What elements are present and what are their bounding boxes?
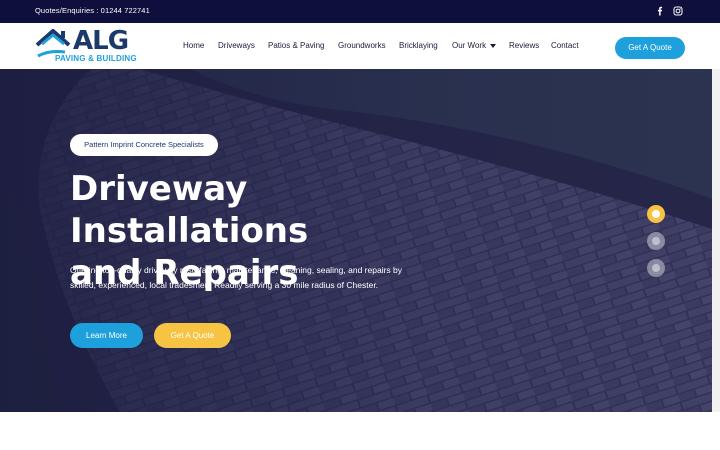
hero-description: Offering top-quality driveway resurfacin… bbox=[70, 265, 402, 290]
learn-more-button[interactable]: Learn More bbox=[70, 323, 143, 348]
nav-item-groundworks[interactable]: Groundworks bbox=[338, 41, 386, 50]
slide-dot-3[interactable] bbox=[647, 259, 665, 277]
page-scrollbar[interactable] bbox=[712, 69, 720, 412]
nav-item-driveways[interactable]: Driveways bbox=[218, 41, 255, 50]
facebook-icon[interactable] bbox=[654, 5, 666, 17]
nav-item-our-work[interactable]: Our Work bbox=[452, 41, 497, 50]
nav-item-bricklaying[interactable]: Bricklaying bbox=[399, 41, 438, 50]
instagram-icon[interactable] bbox=[672, 5, 684, 17]
slide-dot-2[interactable] bbox=[647, 232, 665, 250]
hero-quote-button[interactable]: Get A Quote bbox=[154, 323, 231, 348]
hero-tagline-pill: Pattern Imprint Concrete Specialists bbox=[70, 134, 218, 156]
nav-item-home[interactable]: Home bbox=[183, 41, 204, 50]
nav-item-reviews[interactable]: Reviews bbox=[509, 41, 539, 50]
hero-title-line1: Driveway Installations bbox=[70, 169, 309, 251]
contact-phone[interactable]: Quotes/Enquiries : 01244 722741 bbox=[35, 6, 150, 15]
logo-wordmark: ALG bbox=[73, 26, 129, 56]
header-quote-button[interactable]: Get A Quote bbox=[615, 37, 685, 59]
nav-item-patios-paving[interactable]: Patios & Paving bbox=[268, 41, 324, 50]
site-logo[interactable]: ALG PAVING & BUILDING bbox=[35, 28, 145, 64]
nav-item-contact[interactable]: Contact bbox=[551, 41, 579, 50]
chevron-down-icon bbox=[490, 43, 497, 48]
top-bar: Quotes/Enquiries : 01244 722741 bbox=[0, 0, 720, 23]
hero-banner: Pattern Imprint Concrete Specialists Dri… bbox=[0, 69, 712, 412]
slide-dot-1[interactable] bbox=[647, 205, 665, 223]
logo-tagline: PAVING & BUILDING bbox=[55, 54, 137, 63]
site-header: ALG PAVING & BUILDING Home Driveways Pat… bbox=[0, 23, 720, 70]
nav-item-our-work-label: Our Work bbox=[452, 41, 487, 50]
